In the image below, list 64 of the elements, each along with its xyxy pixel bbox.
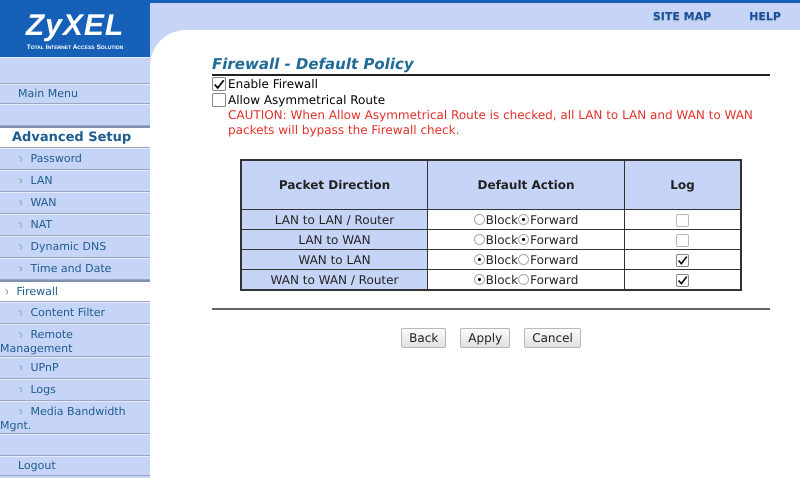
radio-label: Block (486, 252, 518, 267)
bullet-icon (18, 266, 24, 272)
radio-button[interactable] (518, 214, 530, 226)
table-cell: LAN to WAN (241, 230, 428, 250)
bullet-icon (18, 178, 24, 184)
radio-label: Forward (530, 232, 578, 247)
sidebar-item[interactable]: Logs (0, 379, 150, 401)
radio-button[interactable] (518, 234, 530, 246)
bullet-icon (18, 156, 24, 162)
checkbox[interactable] (676, 234, 689, 247)
radio-label: Forward (530, 272, 578, 287)
nav-link[interactable]: SITE MAP (652, 10, 712, 23)
action-button[interactable]: Back (401, 328, 446, 348)
sidebar-item[interactable]: Dynamic DNS (0, 236, 150, 258)
bullet-icon (18, 310, 24, 316)
sidebar-item[interactable]: Content Filter (0, 302, 150, 324)
radio-button[interactable] (518, 254, 530, 266)
radio-button[interactable] (474, 214, 485, 226)
radio-button[interactable] (474, 274, 485, 286)
action-button[interactable]: Apply (460, 328, 510, 348)
table-cell: WAN to LAN (241, 250, 428, 270)
radio-label: Block (486, 232, 518, 247)
bullet-icon (18, 364, 24, 371)
bullet-icon (18, 200, 24, 206)
bullet-icon (18, 386, 24, 393)
checkbox[interactable] (676, 254, 689, 267)
sidebar-item[interactable]: LAN (0, 170, 150, 192)
table-cell: LAN to LAN / Router (241, 210, 428, 230)
bullet-icon (18, 408, 24, 415)
action-button[interactable]: Cancel (524, 328, 581, 348)
sidebar-item[interactable]: Logout (0, 456, 150, 476)
radio-label: Forward (530, 252, 578, 267)
radio-label: Block (486, 212, 518, 227)
sidebar-item[interactable]: Media Bandwidth Mgnt. (0, 401, 150, 434)
checkbox-label: Enable Firewall (228, 77, 318, 91)
caution-text: CAUTION: When Allow Asymmetrical Route is checked, all LAN to LAN and WAN to WAN packets will bypass the Firewall check. (228, 108, 754, 138)
sidebar-item[interactable]: Firewall (0, 280, 150, 302)
bullet-icon (18, 332, 24, 338)
page-title: Firewall - Default Policy (212, 55, 770, 76)
radio-button[interactable] (474, 254, 485, 266)
checkbox-label: Allow Asymmetrical Route (228, 93, 386, 107)
column-header: Default Action (428, 160, 624, 210)
column-header: Packet Direction (241, 160, 428, 210)
nav-link[interactable]: HELP (749, 10, 781, 23)
bullet-icon (18, 222, 24, 228)
sidebar-heading[interactable]: Advanced Setup (0, 126, 150, 148)
checkbox[interactable] (212, 77, 226, 91)
sidebar-item[interactable]: NAT (0, 214, 150, 236)
sidebar-item[interactable]: Password (0, 148, 150, 170)
radio-label: Block (486, 272, 518, 287)
radio-label: Forward (530, 212, 578, 227)
radio-button[interactable] (518, 274, 530, 286)
checkbox[interactable] (676, 214, 689, 227)
sidebar-item[interactable]: UPnP (0, 357, 150, 379)
column-header: Log (624, 160, 741, 210)
sidebar-item[interactable]: Remote Management (0, 324, 150, 357)
checkbox[interactable] (676, 274, 689, 287)
table-cell: WAN to WAN / Router (241, 270, 428, 290)
checkbox[interactable] (212, 93, 226, 107)
radio-button[interactable] (474, 234, 485, 246)
sidebar-item[interactable]: WAN (0, 192, 150, 214)
bullet-icon (4, 288, 10, 295)
bullet-icon (18, 244, 24, 250)
sidebar-item[interactable]: Main Menu (0, 84, 150, 104)
